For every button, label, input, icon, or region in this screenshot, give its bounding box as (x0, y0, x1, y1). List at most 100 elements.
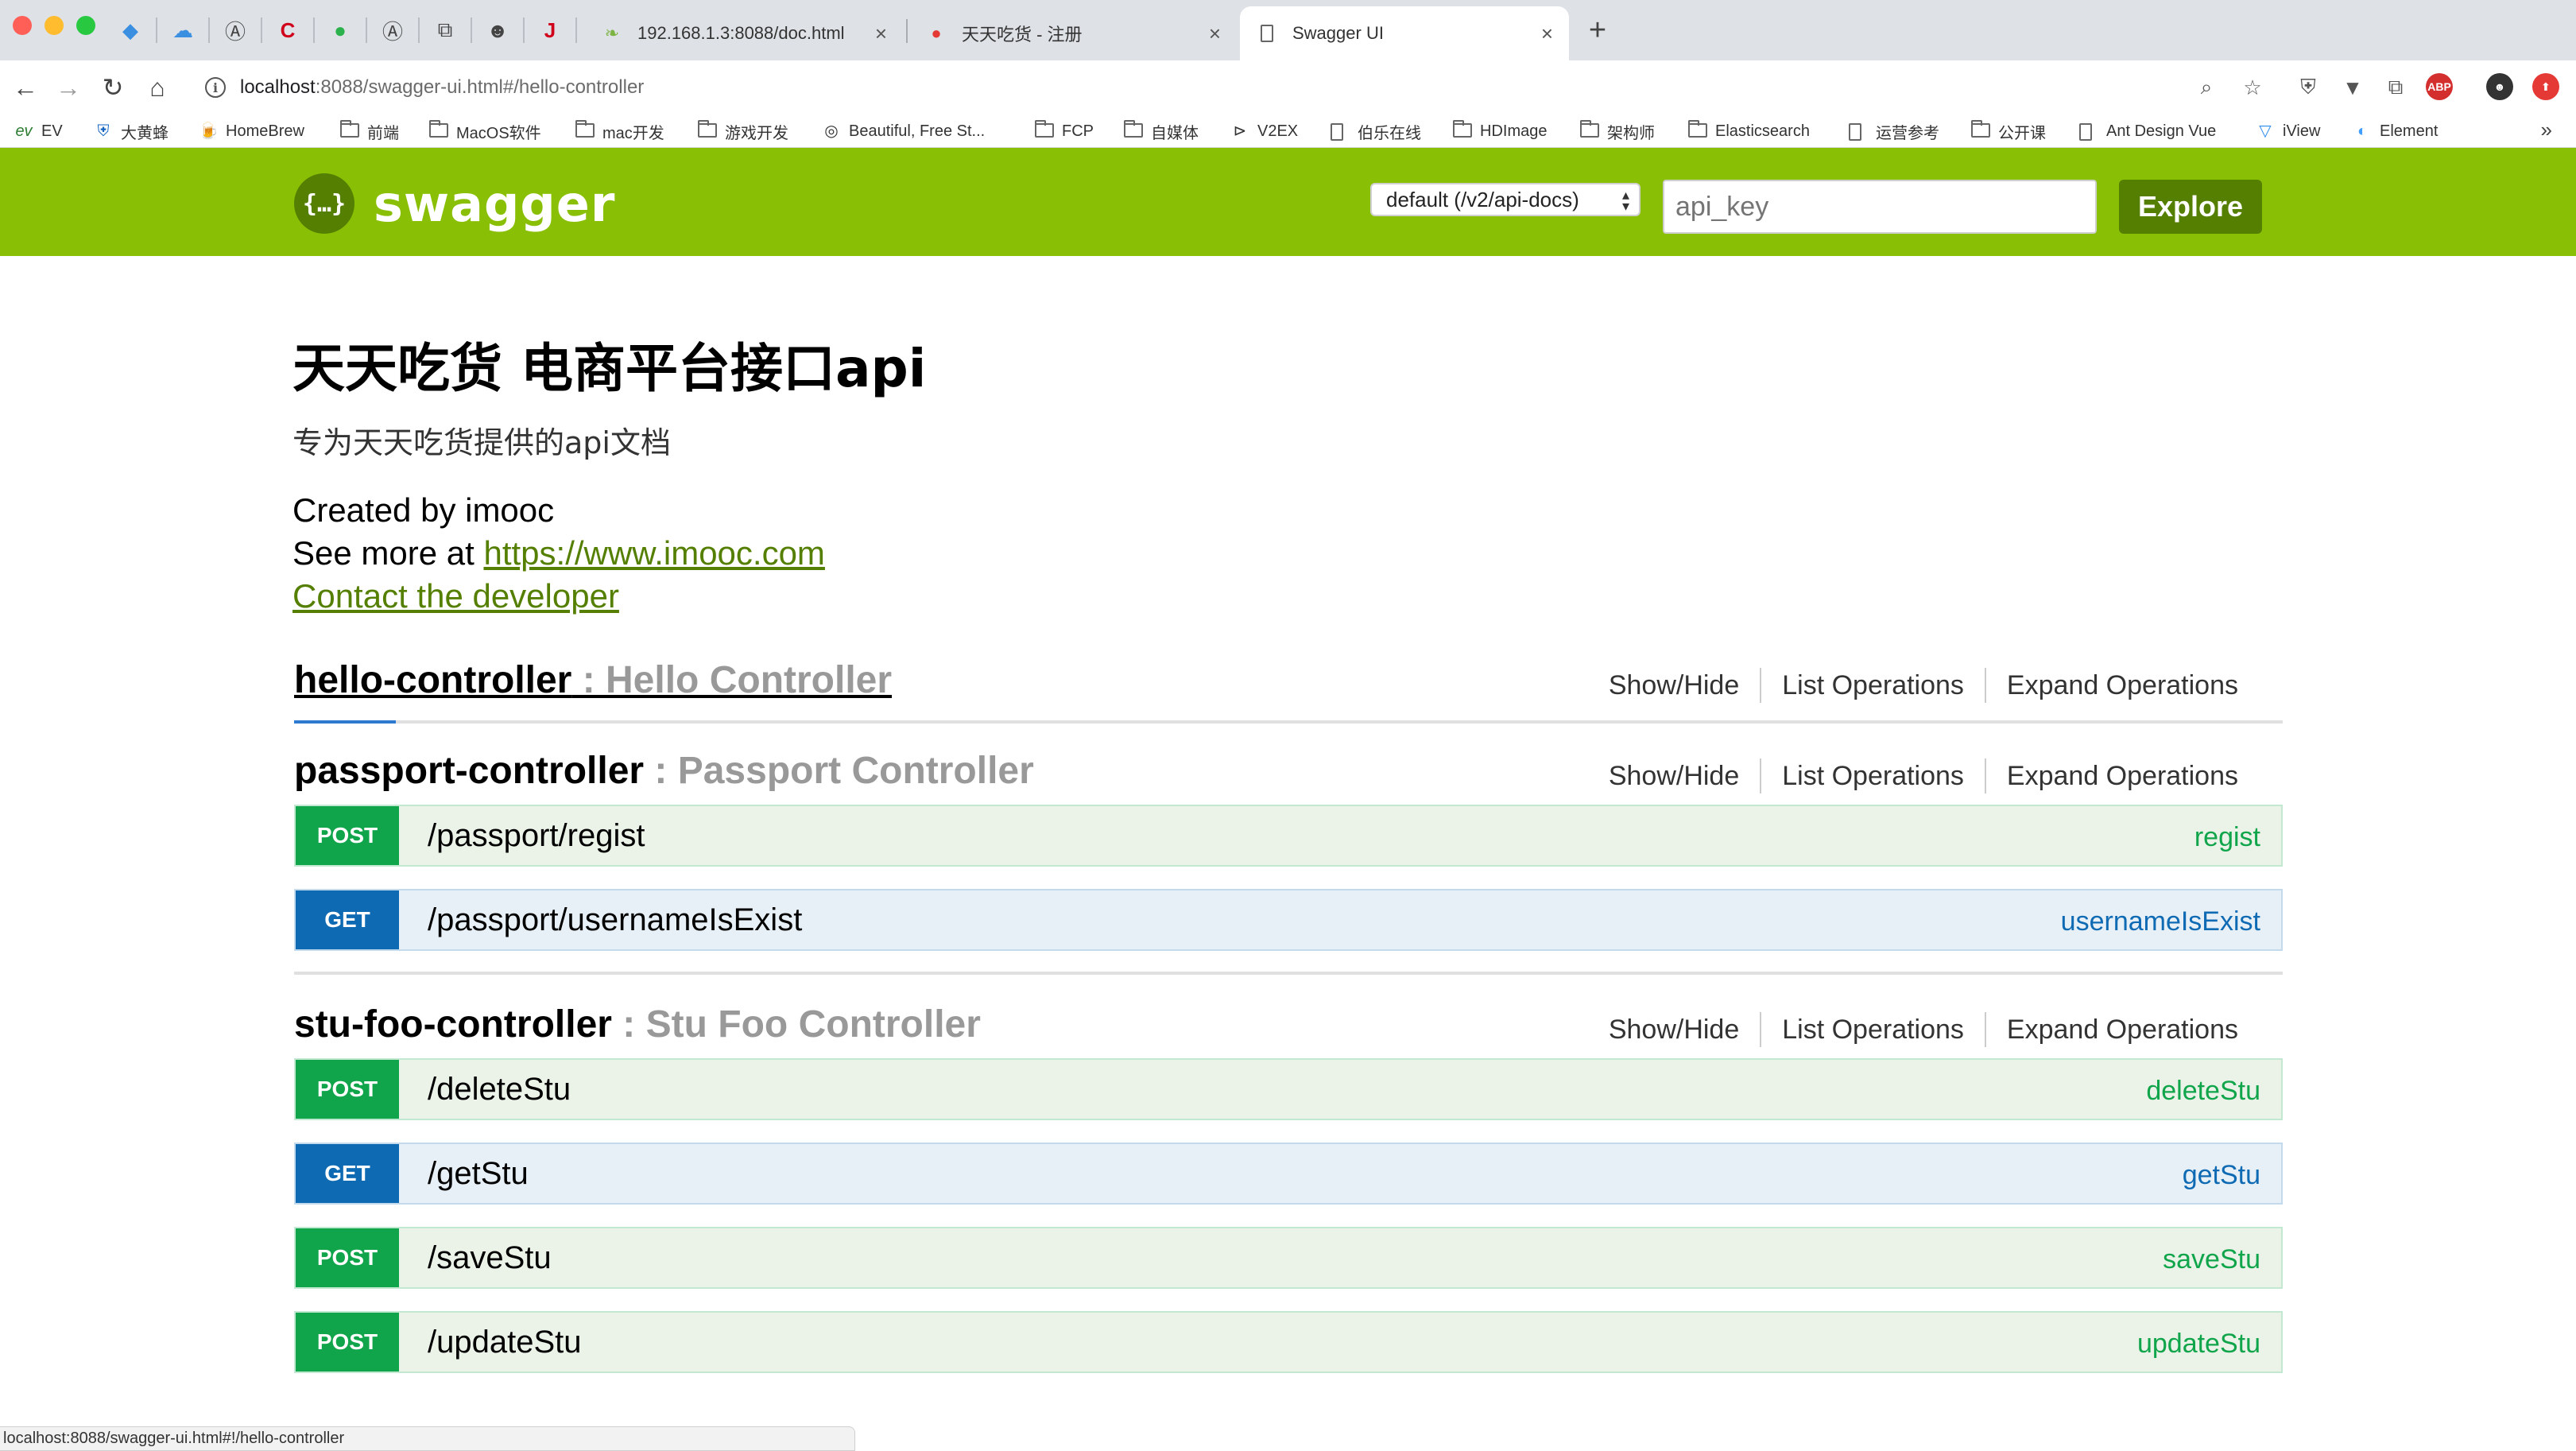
bookmark-item[interactable]: 公开课 (1971, 119, 2046, 143)
pinned-tab-jd-icon[interactable]: J (534, 14, 566, 46)
resource-description: : Hello Controller (571, 659, 893, 701)
forward-arrow-icon[interactable]: → (52, 72, 84, 103)
site-info-icon[interactable]: i (205, 77, 226, 98)
operation-row[interactable]: POST /deleteStu deleteStu (294, 1058, 2283, 1120)
bookmark-item[interactable]: MacOS软件 (429, 119, 541, 143)
method-badge: GET (296, 890, 399, 949)
pinned-tab-c-icon[interactable]: C (272, 14, 304, 46)
bookmark-item[interactable]: 自媒体 (1124, 119, 1199, 143)
api-key-input[interactable] (1663, 180, 2097, 234)
resource-actions: Show/Hide List Operations Expand Operati… (1609, 758, 2259, 793)
close-tab-icon[interactable]: × (1209, 21, 1221, 46)
browser-tab-active[interactable]: Swagger UI × (1240, 6, 1569, 60)
v2ex-icon: ⊳ (1233, 122, 1247, 140)
show-hide-link[interactable]: Show/Hide (1609, 670, 1760, 701)
method-badge: POST (296, 1060, 399, 1119)
bookmark-item[interactable]: ev EV (14, 119, 62, 143)
reload-icon[interactable]: ↻ (97, 72, 129, 103)
list-operations-link[interactable]: List Operations (1761, 670, 1985, 701)
vue-devtools-icon[interactable]: ▼ (2337, 72, 2369, 103)
url-path: :8088/swagger-ui.html#/hello-controller (315, 76, 645, 98)
show-hide-link[interactable]: Show/Hide (1609, 1015, 1760, 1046)
bookmark-item[interactable]: 架构师 (1580, 119, 1655, 143)
bookmark-item[interactable]: ◐ Element (2353, 119, 2438, 143)
more-bookmarks-chevron-icon[interactable]: » (2541, 118, 2552, 142)
resource-description: : Passport Controller (644, 750, 1034, 792)
explore-button[interactable]: Explore (2119, 180, 2262, 234)
bookmark-item[interactable]: 伯乐在线 (1331, 119, 1421, 143)
browser-tab[interactable]: ❧ 192.168.1.3:8088/doc.html × (585, 6, 903, 60)
bookmark-item[interactable]: Elasticsearch (1688, 119, 1810, 143)
close-tab-icon[interactable]: × (1541, 21, 1553, 46)
resource-name-link[interactable]: hello-controller : Hello Controller (294, 658, 892, 702)
browser-tab[interactable]: ● 天天吃货 - 注册 × (909, 6, 1237, 60)
swagger-logo[interactable]: {…} swagger (294, 173, 615, 234)
zoom-icon[interactable]: ⌕ (2191, 72, 2222, 103)
resource-divider (294, 972, 2283, 975)
pinned-tab-a-icon[interactable]: Ⓐ (219, 14, 251, 46)
api-spec-select[interactable]: default (/v2/api-docs) ▴ ▾ (1370, 183, 1641, 216)
operation-row[interactable]: GET /getStu getStu (294, 1143, 2283, 1205)
operation-nickname: usernameIsExist (2060, 906, 2260, 937)
bookmark-item[interactable]: ⊳ V2EX (1230, 119, 1299, 143)
resource-hello-controller: hello-controller : Hello Controller Show… (294, 650, 2283, 724)
new-tab-button[interactable]: + (1582, 14, 1613, 47)
bookmark-item[interactable]: FCP (1035, 119, 1094, 143)
show-hide-link[interactable]: Show/Hide (1609, 761, 1760, 792)
bookmark-item[interactable]: Ant Design Vue (2079, 119, 2216, 143)
profile-avatar-icon[interactable]: ☻ (2486, 73, 2513, 100)
bookmark-item[interactable]: 前端 (340, 119, 399, 143)
pinned-tab-cloud-icon[interactable]: ☁ (167, 14, 199, 46)
close-tab-icon[interactable]: × (875, 21, 887, 46)
shield-extension-icon[interactable]: ⛨ (2292, 72, 2324, 103)
expand-operations-link[interactable]: Expand Operations (1986, 1015, 2259, 1046)
list-operations-link[interactable]: List Operations (1761, 761, 1985, 792)
bookmark-star-icon[interactable]: ☆ (2237, 72, 2268, 103)
bookmark-item[interactable]: ◎ Beautiful, Free St... (822, 119, 985, 143)
imooc-link[interactable]: https://www.imooc.com (483, 534, 824, 572)
pinned-tab-a2-icon[interactable]: Ⓐ (377, 14, 409, 46)
operation-row[interactable]: GET /passport/usernameIsExist usernameIs… (294, 889, 2283, 951)
back-arrow-icon[interactable]: ← (10, 72, 41, 103)
zoom-window-button[interactable] (76, 16, 95, 35)
bookmark-item[interactable]: mac开发 (575, 119, 664, 143)
folder-icon (1688, 120, 1707, 138)
bookmark-item[interactable]: 游戏开发 (698, 119, 788, 143)
operation-row[interactable]: POST /updateStu updateStu (294, 1311, 2283, 1373)
folder-icon (1035, 120, 1054, 138)
operation-nickname: saveStu (2163, 1244, 2260, 1274)
contact-developer-link[interactable]: Contact the developer (292, 577, 619, 615)
pinned-tab-wechat-icon[interactable]: ● (324, 14, 356, 46)
address-bar[interactable]: i localhost:8088/swagger-ui.html#/hello-… (191, 67, 2369, 108)
resource-name-link[interactable]: stu-foo-controller : Stu Foo Controller (294, 1003, 981, 1046)
tab-title: Swagger UI (1292, 23, 1384, 43)
bookmark-item[interactable]: 🍺 HomeBrew (199, 119, 304, 143)
bookmark-item[interactable]: ▽ iView (2256, 119, 2320, 143)
expand-operations-link[interactable]: Expand Operations (1986, 670, 2259, 701)
home-icon[interactable]: ⌂ (141, 72, 173, 103)
resource-name-link[interactable]: passport-controller : Passport Controlle… (294, 749, 1034, 793)
resource-stu-foo-controller: stu-foo-controller : Stu Foo Controller … (294, 995, 2283, 1395)
folder-icon (340, 120, 359, 138)
bookmark-item[interactable]: 运营参考 (1849, 119, 1939, 143)
close-window-button[interactable] (13, 16, 32, 35)
folder-icon (698, 120, 717, 138)
pinned-tab-diamond-icon[interactable]: ◆ (114, 14, 146, 46)
pinned-tab-extension-icon[interactable]: ⧉ (429, 14, 461, 46)
pinned-tab-face-icon[interactable]: ☻ (482, 14, 513, 46)
extension-icon[interactable]: ⧉ (2380, 72, 2411, 103)
operation-row[interactable]: POST /saveStu saveStu (294, 1227, 2283, 1289)
page-icon (1849, 123, 1861, 141)
update-menu-icon[interactable]: ⬆ (2532, 73, 2559, 100)
list-operations-link[interactable]: List Operations (1761, 1015, 1985, 1046)
bookmark-item[interactable]: ⛨ 大黄蜂 (94, 119, 169, 143)
minimize-window-button[interactable] (45, 16, 64, 35)
operation-row[interactable]: POST /passport/regist regist (294, 805, 2283, 867)
expand-operations-link[interactable]: Expand Operations (1986, 761, 2259, 792)
url-host: localhost (240, 76, 316, 98)
operation-path: /deleteStu (428, 1071, 571, 1107)
adblock-plus-icon[interactable]: ABP (2426, 73, 2453, 100)
bookmark-item[interactable]: HDImage (1453, 119, 1547, 143)
folder-icon (1971, 120, 1990, 138)
leaf-icon: ❧ (604, 23, 620, 43)
